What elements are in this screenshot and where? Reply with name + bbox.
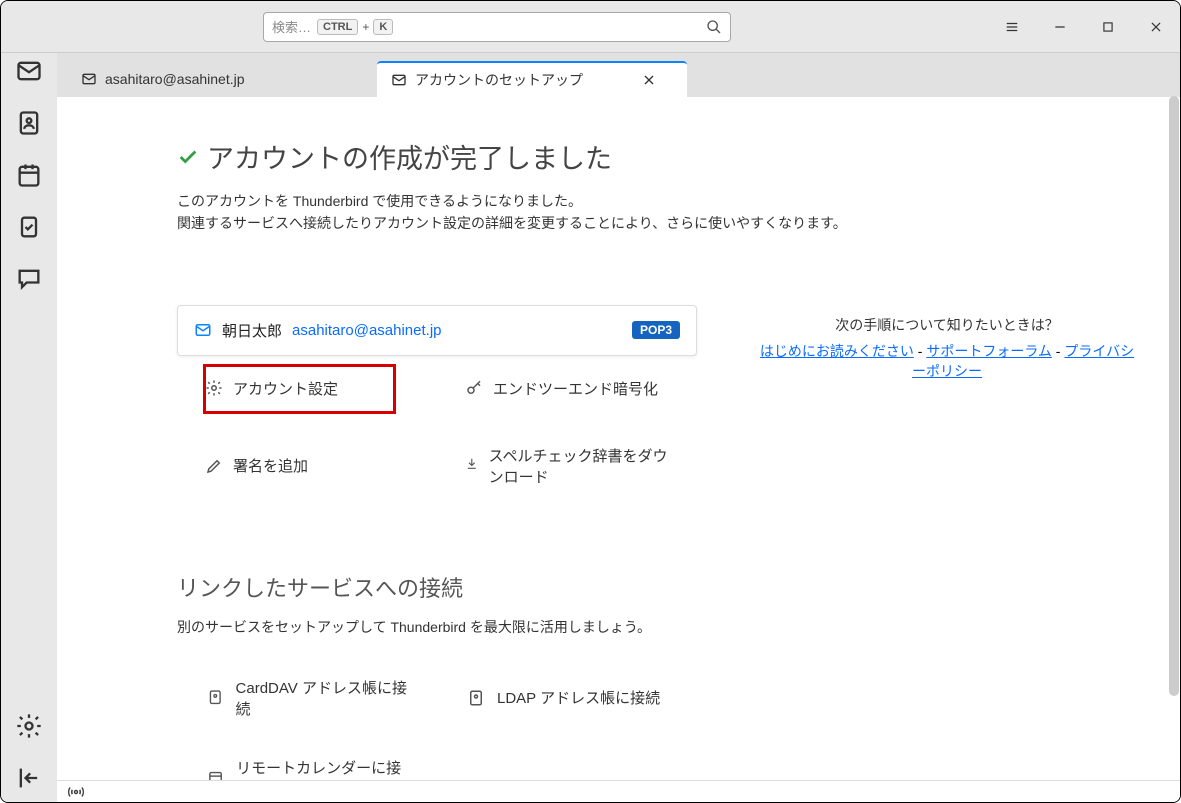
search-placeholder: 検索… bbox=[272, 17, 311, 36]
addressbook-icon[interactable] bbox=[15, 109, 43, 137]
mail-setup-icon bbox=[391, 72, 407, 88]
account-card: 朝日太郎 asahitaro@asahinet.jp POP3 bbox=[177, 305, 697, 356]
mail-icon[interactable] bbox=[15, 57, 43, 85]
action-label: エンドツーエンド暗号化 bbox=[493, 378, 658, 399]
activity-icon[interactable] bbox=[67, 783, 85, 801]
kbd-plus: + bbox=[362, 20, 369, 34]
pencil-icon bbox=[205, 457, 223, 475]
sidebar bbox=[1, 53, 57, 802]
account-name: 朝日太郎 bbox=[222, 320, 282, 341]
account-settings-button[interactable]: アカウント設定 bbox=[177, 364, 437, 413]
tab-account[interactable]: asahitaro@asahinet.jp bbox=[67, 61, 377, 97]
action-label: スペルチェック辞書をダウンロード bbox=[489, 445, 669, 487]
getting-started-link[interactable]: はじめにお読みください bbox=[760, 343, 914, 359]
tab-label: アカウントのセットアップ bbox=[415, 70, 583, 90]
collapse-icon[interactable] bbox=[15, 764, 43, 792]
download-icon bbox=[465, 457, 479, 475]
tasks-icon[interactable] bbox=[15, 213, 43, 241]
ldap-connect-button[interactable]: LDAP アドレス帳に接続 bbox=[437, 667, 697, 729]
calendar-icon[interactable] bbox=[15, 161, 43, 189]
service-label: CardDAV アドレス帳に接続 bbox=[236, 677, 407, 719]
content-area: アカウントの作成が完了しました このアカウントを Thunderbird で使用… bbox=[57, 97, 1180, 780]
chat-icon[interactable] bbox=[15, 265, 43, 293]
account-email: asahitaro@asahinet.jp bbox=[292, 322, 442, 339]
linked-services-heading: リンクしたサービスへの接続 bbox=[177, 571, 1137, 603]
menu-button[interactable] bbox=[1000, 15, 1024, 39]
close-button[interactable] bbox=[1144, 15, 1168, 39]
carddav-connect-button[interactable]: CardDAV アドレス帳に接続 bbox=[177, 667, 437, 729]
check-icon bbox=[177, 146, 199, 168]
titlebar: 検索… CTRL + K bbox=[1, 1, 1180, 53]
add-signature-button[interactable]: 署名を追加 bbox=[177, 431, 437, 501]
action-label: アカウント設定 bbox=[233, 378, 338, 399]
status-bar bbox=[57, 780, 1180, 802]
gear-icon bbox=[205, 379, 223, 397]
mail-icon bbox=[194, 321, 212, 339]
scrollbar[interactable] bbox=[1169, 96, 1179, 696]
help-links: はじめにお読みください - サポートフォーラム - プライバシーポリシー bbox=[757, 341, 1137, 381]
tabstrip: asahitaro@asahinet.jp アカウントのセットアップ bbox=[57, 53, 1180, 97]
service-label: LDAP アドレス帳に接続 bbox=[497, 687, 660, 708]
download-dictionary-button[interactable]: スペルチェック辞書をダウンロード bbox=[437, 431, 697, 501]
calendar-icon bbox=[207, 769, 224, 780]
page-description: このアカウントを Thunderbird で使用できるようになりました。 関連す… bbox=[177, 190, 1137, 235]
e2e-encryption-button[interactable]: エンドツーエンド暗号化 bbox=[437, 364, 697, 413]
search-input[interactable]: 検索… CTRL + K bbox=[263, 12, 731, 42]
support-forum-link[interactable]: サポートフォーラム bbox=[926, 343, 1052, 359]
tab-setup[interactable]: アカウントのセットアップ bbox=[377, 61, 687, 97]
linked-services-description: 別のサービスをセットアップして Thunderbird を最大限に活用しましょう… bbox=[177, 617, 1137, 637]
action-label: 署名を追加 bbox=[233, 455, 308, 476]
kbd-k: K bbox=[373, 19, 393, 35]
page-title: アカウントの作成が完了しました bbox=[207, 137, 612, 176]
close-tab-icon[interactable] bbox=[641, 72, 657, 88]
tab-label: asahitaro@asahinet.jp bbox=[105, 71, 245, 87]
mail-icon bbox=[81, 71, 97, 87]
search-icon bbox=[706, 19, 722, 35]
service-label: リモートカレンダーに接続 bbox=[236, 757, 407, 780]
protocol-badge: POP3 bbox=[632, 321, 680, 339]
help-question: 次の手順について知りたいときは？ bbox=[757, 315, 1137, 335]
maximize-button[interactable] bbox=[1096, 15, 1120, 39]
key-icon bbox=[465, 379, 483, 397]
addressbook-icon bbox=[207, 689, 224, 707]
kbd-ctrl: CTRL bbox=[317, 19, 358, 35]
settings-icon[interactable] bbox=[15, 712, 43, 740]
minimize-button[interactable] bbox=[1048, 15, 1072, 39]
addressbook-icon bbox=[467, 689, 485, 707]
remote-calendar-connect-button[interactable]: リモートカレンダーに接続 bbox=[177, 747, 437, 780]
